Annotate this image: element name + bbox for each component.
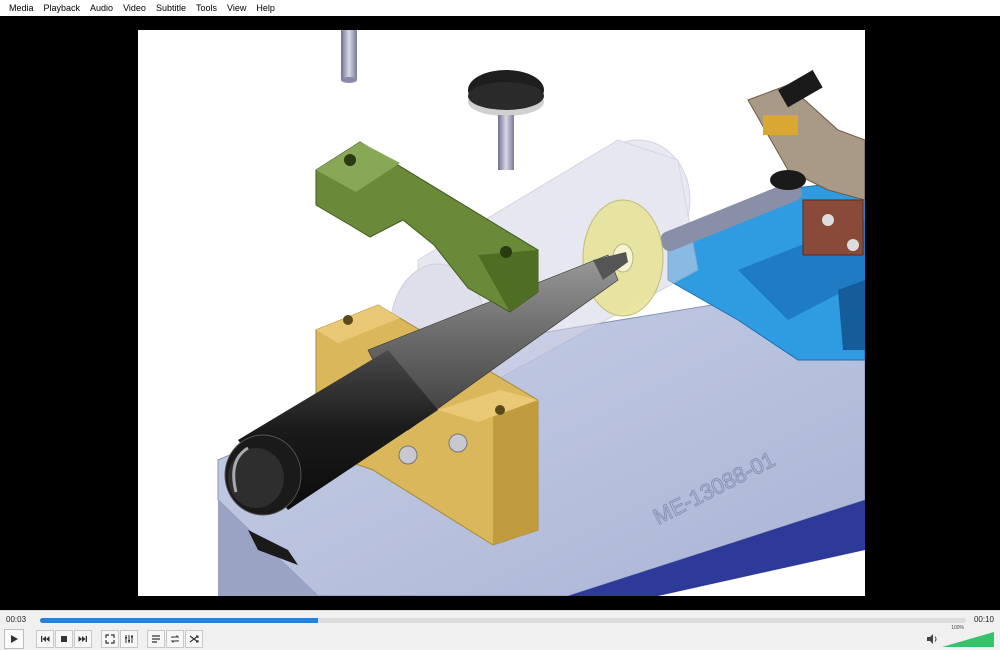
- top-pin: [341, 30, 357, 80]
- extended-settings-button[interactable]: [120, 630, 138, 648]
- menu-view[interactable]: View: [222, 0, 251, 16]
- shuffle-button[interactable]: [185, 630, 203, 648]
- next-icon: [78, 636, 87, 642]
- volume-slider[interactable]: [942, 632, 994, 647]
- menu-audio[interactable]: Audio: [85, 0, 118, 16]
- player-controls: 00:03 00:10 100%: [0, 610, 1000, 650]
- menu-media[interactable]: Media: [4, 0, 39, 16]
- stop-icon: [61, 636, 67, 642]
- shuffle-icon: [189, 635, 199, 643]
- loop-icon: [170, 635, 180, 643]
- fullscreen-button[interactable]: [101, 630, 119, 648]
- playlist-icon: [152, 635, 160, 643]
- volume-percent: 100%: [951, 625, 964, 631]
- extended-settings-icon: [125, 635, 133, 643]
- menu-tools[interactable]: Tools: [191, 0, 222, 16]
- seek-bar[interactable]: [40, 618, 966, 623]
- menu-subtitle[interactable]: Subtitle: [151, 0, 191, 16]
- fullscreen-icon: [105, 634, 115, 644]
- seek-progress: [40, 618, 318, 623]
- knob: [468, 70, 544, 170]
- playlist-button[interactable]: [147, 630, 165, 648]
- play-icon: [11, 635, 18, 643]
- stop-button[interactable]: [55, 630, 73, 648]
- video-frame: ME-13088-01: [138, 30, 865, 596]
- menu-bar: Media Playback Audio Video Subtitle Tool…: [0, 0, 1000, 16]
- menu-help[interactable]: Help: [251, 0, 280, 16]
- next-button[interactable]: [74, 630, 92, 648]
- previous-button[interactable]: [36, 630, 54, 648]
- previous-icon: [41, 636, 50, 642]
- menu-playback[interactable]: Playback: [39, 0, 86, 16]
- menu-video[interactable]: Video: [118, 0, 151, 16]
- play-button[interactable]: [4, 629, 24, 649]
- loop-button[interactable]: [166, 630, 184, 648]
- elapsed-time: 00:03: [6, 615, 27, 624]
- total-time: 00:10: [973, 615, 994, 624]
- video-area[interactable]: ME-13088-01: [0, 16, 1000, 610]
- speaker-icon[interactable]: [926, 633, 938, 645]
- cad-assembly-image: ME-13088-01: [217, 30, 865, 596]
